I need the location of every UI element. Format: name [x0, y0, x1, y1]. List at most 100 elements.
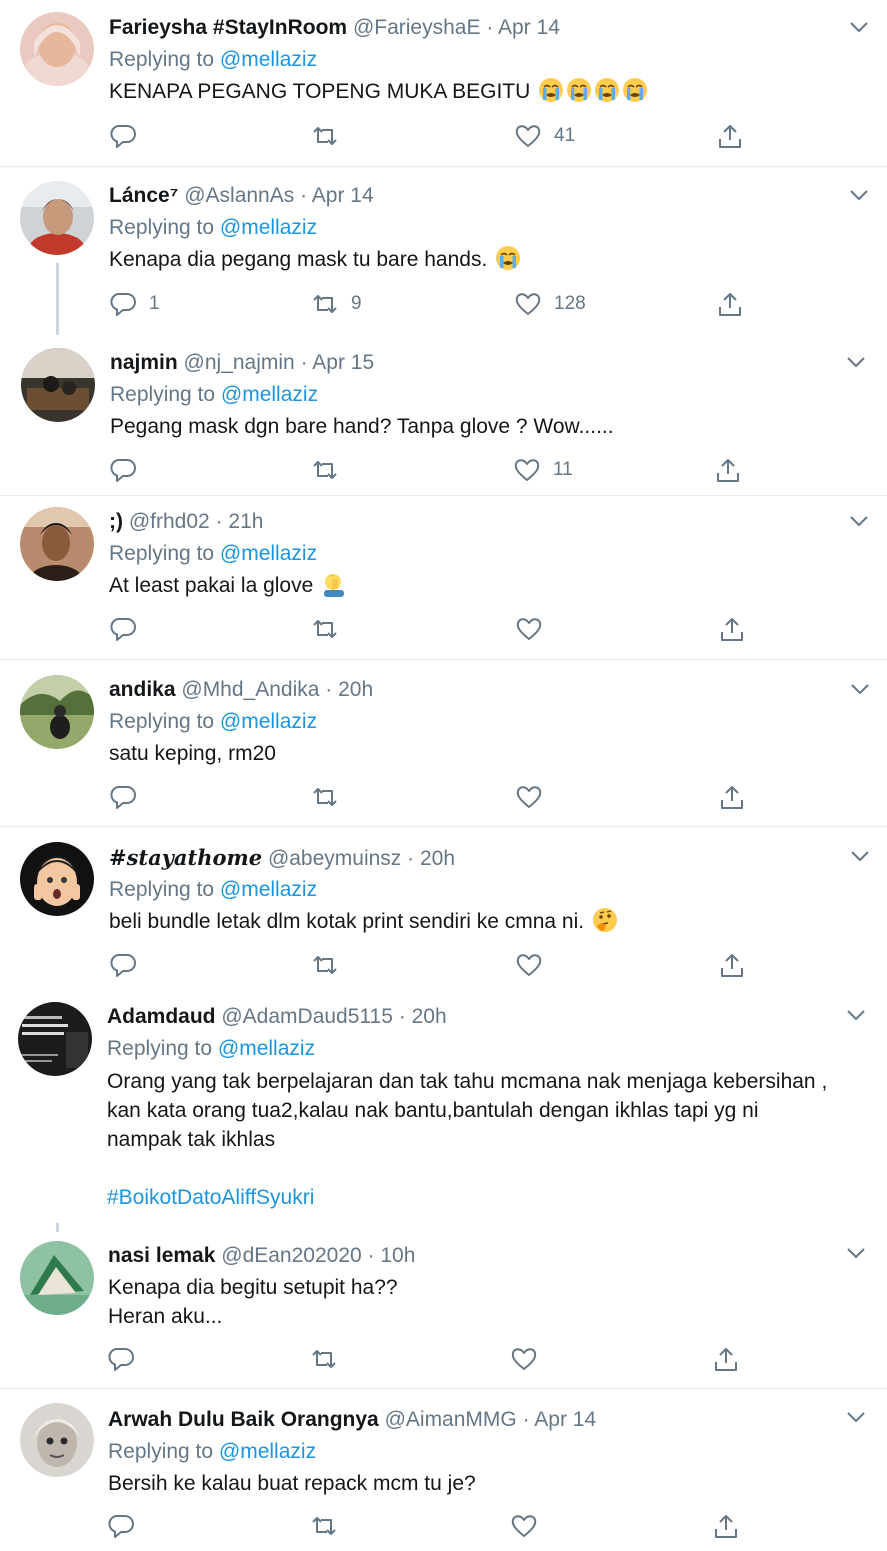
avatar[interactable] [20, 1241, 94, 1315]
display-name[interactable]: nasi lemak [108, 1244, 215, 1267]
retweet-button[interactable] [311, 783, 351, 811]
chevron-down-icon[interactable] [848, 16, 870, 38]
like-button[interactable] [515, 783, 555, 811]
display-name[interactable]: andika [109, 678, 176, 701]
avatar[interactable] [20, 1403, 94, 1477]
mention-link[interactable]: @mellaziz [220, 878, 317, 901]
avatar[interactable] [20, 181, 94, 255]
chevron-down-icon[interactable] [848, 510, 870, 532]
retweet-icon [313, 788, 337, 806]
share-button[interactable] [712, 1512, 740, 1540]
avatar[interactable] [20, 842, 94, 916]
timestamp[interactable]: 20h [412, 1005, 447, 1028]
handle[interactable]: @dEan202020 [221, 1244, 361, 1267]
reply-button[interactable] [109, 783, 149, 811]
retweet-button[interactable] [311, 615, 351, 643]
timestamp[interactable]: Apr 14 [534, 1408, 596, 1431]
chevron-down-icon[interactable] [845, 1004, 867, 1026]
retweet-button[interactable] [311, 456, 351, 484]
handle[interactable]: @FarieyshaE [353, 16, 481, 39]
share-button[interactable] [718, 783, 746, 811]
chevron-down-icon[interactable] [845, 351, 867, 373]
tweet-header: andika @Mhd_Andika · 20h [109, 678, 374, 701]
tweet-4[interactable]: ;) @frhd02 · 21h Replying to @mellaziz A… [0, 496, 887, 659]
crying-face-emoji [496, 246, 521, 270]
display-name[interactable]: ;) [109, 510, 123, 533]
mention-link[interactable]: @mellaziz [220, 48, 317, 71]
chevron-down-icon[interactable] [845, 1242, 867, 1264]
mention-link[interactable]: @mellaziz [220, 710, 317, 733]
share-button[interactable] [714, 456, 742, 484]
like-button[interactable]: 41 [514, 122, 575, 150]
mention-link[interactable]: @mellaziz [220, 542, 317, 565]
like-button[interactable] [510, 1512, 550, 1540]
crying-face-emoji [595, 78, 620, 102]
share-button[interactable] [718, 951, 746, 979]
timestamp[interactable]: 10h [380, 1244, 415, 1267]
like-button[interactable] [515, 951, 555, 979]
tweet-3[interactable]: najmin @nj_najmin · Apr 15 Replying to @… [0, 335, 887, 495]
handle[interactable]: @frhd02 [129, 510, 210, 533]
retweet-button[interactable]: 9 [311, 290, 362, 318]
share-button[interactable] [716, 290, 744, 318]
like-button[interactable] [515, 615, 555, 643]
reply-button[interactable] [109, 456, 149, 484]
display-name[interactable]: Arwah Dulu Baik Orangnya [108, 1408, 379, 1431]
avatar[interactable] [20, 12, 94, 86]
avatar[interactable] [20, 507, 94, 581]
display-name[interactable]: Adamdaud [107, 1005, 216, 1028]
tweet-1[interactable]: Farieysha #StayInRoom @FarieyshaE · Apr … [0, 0, 887, 166]
retweet-button[interactable] [310, 1512, 350, 1540]
chevron-down-icon[interactable] [849, 678, 871, 700]
display-name[interactable]: najmin [110, 351, 178, 374]
timestamp[interactable]: 21h [228, 510, 263, 533]
chevron-down-icon[interactable] [849, 845, 871, 867]
display-name[interactable]: Farieysha #StayInRoom [109, 16, 347, 39]
reply-button[interactable]: 1 [109, 290, 160, 318]
tweet-7[interactable]: Adamdaud @AdamDaud5115 · 20h Replying to… [0, 989, 887, 1232]
avatar[interactable] [20, 675, 94, 749]
chevron-down-icon[interactable] [848, 184, 870, 206]
reply-button[interactable] [107, 1345, 147, 1373]
reply-button[interactable] [109, 951, 149, 979]
timestamp[interactable]: 20h [420, 847, 455, 870]
like-button[interactable]: 11 [513, 456, 573, 484]
tweet-8[interactable]: nasi lemak @dEan202020 · 10h Kenapa dia … [0, 1221, 887, 1388]
like-button[interactable] [510, 1345, 550, 1373]
timestamp[interactable]: Apr 14 [312, 184, 374, 207]
share-button[interactable] [718, 615, 746, 643]
thread-line [56, 263, 59, 335]
handle[interactable]: @AimanMMG [385, 1408, 517, 1431]
display-name[interactable]: #𝒔𝒕𝒂𝒚𝒂𝒕𝒉𝒐𝒎𝒆 [109, 845, 262, 870]
tweet-9[interactable]: Arwah Dulu Baik Orangnya @AimanMMG · Apr… [0, 1389, 887, 1551]
handle[interactable]: @abeymuinsz [268, 847, 401, 870]
handle[interactable]: @nj_najmin [184, 351, 295, 374]
tweet-5[interactable]: andika @Mhd_Andika · 20h Replying to @me… [0, 660, 887, 826]
retweet-button[interactable] [311, 951, 351, 979]
like-button[interactable]: 128 [514, 290, 586, 318]
timestamp[interactable]: Apr 14 [498, 16, 560, 39]
reply-button[interactable] [109, 615, 149, 643]
tweet-6[interactable]: #𝒔𝒕𝒂𝒚𝒂𝒕𝒉𝒐𝒎𝒆 @abeymuinsz · 20h Replying t… [0, 827, 887, 989]
avatar[interactable] [18, 1002, 92, 1076]
timestamp[interactable]: 20h [338, 678, 373, 701]
chevron-down-icon[interactable] [845, 1406, 867, 1428]
retweet-button[interactable] [311, 122, 351, 150]
retweet-button[interactable] [310, 1345, 350, 1373]
tweet-2[interactable]: Lánce⁷ @AslannAs · Apr 14 Replying to @m… [0, 167, 887, 335]
share-button[interactable] [716, 122, 744, 150]
handle[interactable]: @AdamDaud5115 [221, 1005, 393, 1028]
hashtag-link[interactable]: #BoikotDatoAliffSyukri [107, 1183, 827, 1212]
mention-link[interactable]: @mellaziz [219, 1440, 316, 1463]
mention-link[interactable]: @mellaziz [218, 1037, 315, 1060]
reply-button[interactable] [109, 122, 149, 150]
handle[interactable]: @Mhd_Andika [181, 678, 319, 701]
handle[interactable]: @AslannAs [184, 184, 294, 207]
mention-link[interactable]: @mellaziz [221, 383, 318, 406]
avatar[interactable] [21, 348, 95, 422]
display-name[interactable]: Lánce⁷ [109, 184, 178, 207]
share-button[interactable] [712, 1345, 740, 1373]
timestamp[interactable]: Apr 15 [312, 351, 374, 374]
mention-link[interactable]: @mellaziz [220, 216, 317, 239]
reply-button[interactable] [107, 1512, 147, 1540]
